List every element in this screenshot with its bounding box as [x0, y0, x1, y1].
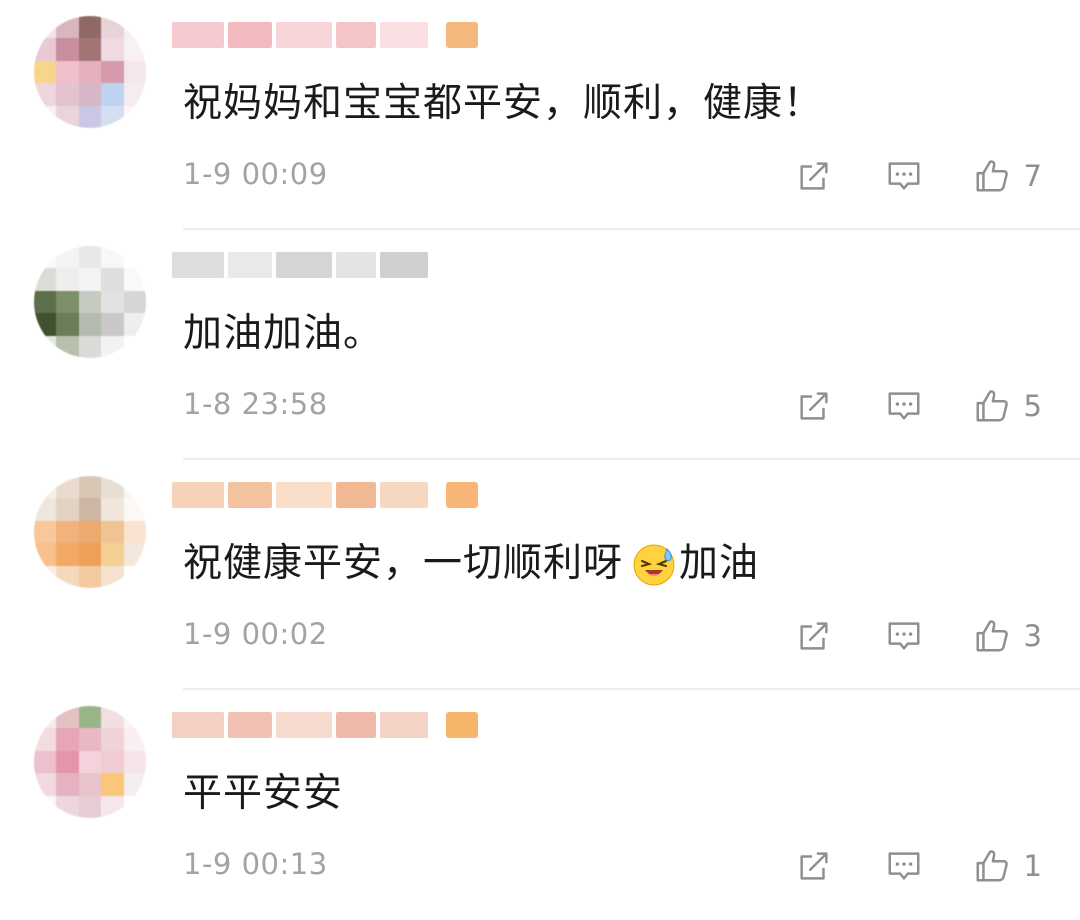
user-badge — [446, 252, 478, 278]
comment-timestamp: 1-9 00:02 — [183, 617, 328, 651]
comment-timestamp: 1-9 00:13 — [183, 847, 328, 881]
comment-text: 平平安安 — [183, 768, 343, 820]
comment-text-main: 祝妈妈和宝宝都平安，顺利，健康！ — [183, 81, 824, 126]
reply-button[interactable] — [884, 616, 924, 656]
username-pixelated[interactable] — [172, 248, 478, 282]
comment-text-main: 加油加油。 — [183, 311, 384, 356]
share-button[interactable] — [794, 616, 834, 656]
comment-actions: 3 — [794, 614, 1042, 658]
share-icon — [799, 162, 828, 190]
comment-icon — [888, 852, 920, 880]
comment-text: 祝健康平安，一切顺利呀 加油 — [183, 538, 759, 590]
reply-button[interactable] — [884, 386, 924, 426]
share-button[interactable] — [794, 386, 834, 426]
thumbs-up-icon — [976, 850, 1008, 882]
reply-button[interactable] — [884, 846, 924, 886]
share-button[interactable] — [794, 846, 834, 886]
comment-text-main: 平平安安 — [183, 771, 344, 816]
username-pixelated[interactable] — [172, 478, 478, 512]
avatar[interactable] — [34, 246, 146, 358]
share-icon — [799, 392, 828, 420]
comment-timestamp: 1-8 23:58 — [183, 387, 328, 421]
comment-text-after-emoji: 加油 — [679, 541, 760, 586]
user-badge — [446, 712, 478, 738]
thumbs-up-icon — [976, 160, 1008, 192]
avatar[interactable] — [34, 476, 146, 588]
like-count: 5 — [1023, 389, 1042, 423]
like-button[interactable]: 7 — [972, 156, 1042, 196]
comment-icon — [888, 162, 920, 190]
user-badge — [446, 482, 478, 508]
avatar[interactable] — [34, 16, 146, 128]
comment-text: 祝妈妈和宝宝都平安，顺利，健康！ — [183, 78, 823, 130]
comment-text: 加油加油。 — [183, 308, 383, 360]
comment-actions: 1 — [794, 844, 1042, 888]
like-count: 3 — [1023, 619, 1042, 653]
like-button[interactable]: 5 — [972, 386, 1042, 426]
crying-laughing-emoji — [631, 541, 677, 587]
thumbs-up-icon — [976, 620, 1008, 652]
like-count: 1 — [1023, 849, 1042, 883]
comment-item: 加油加油。 1-8 23:58 5 — [0, 230, 1080, 460]
like-button[interactable]: 3 — [972, 616, 1042, 656]
share-icon — [799, 622, 828, 650]
username-pixelated[interactable] — [172, 18, 478, 52]
comment-icon — [888, 622, 920, 650]
share-button[interactable] — [794, 156, 834, 196]
comment-actions: 7 — [794, 154, 1042, 198]
like-count: 7 — [1023, 159, 1042, 193]
comment-item: 祝妈妈和宝宝都平安，顺利，健康！ 1-9 00:09 7 — [0, 0, 1080, 230]
share-icon — [799, 852, 828, 880]
user-badge — [446, 22, 478, 48]
comment-actions: 5 — [794, 384, 1042, 428]
username-pixelated[interactable] — [172, 708, 478, 742]
like-button[interactable]: 1 — [972, 846, 1042, 886]
comment-timestamp: 1-9 00:09 — [183, 157, 328, 191]
comment-icon — [888, 392, 920, 420]
comment-item: 祝健康平安，一切顺利呀 加油 1-9 00:02 3 — [0, 460, 1080, 690]
avatar[interactable] — [34, 706, 146, 818]
thumbs-up-icon — [976, 390, 1008, 422]
reply-button[interactable] — [884, 156, 924, 196]
comment-item: 平平安安 1-9 00:13 1 — [0, 690, 1080, 920]
comment-text-main: 祝健康平安，一切顺利呀 — [183, 541, 624, 586]
